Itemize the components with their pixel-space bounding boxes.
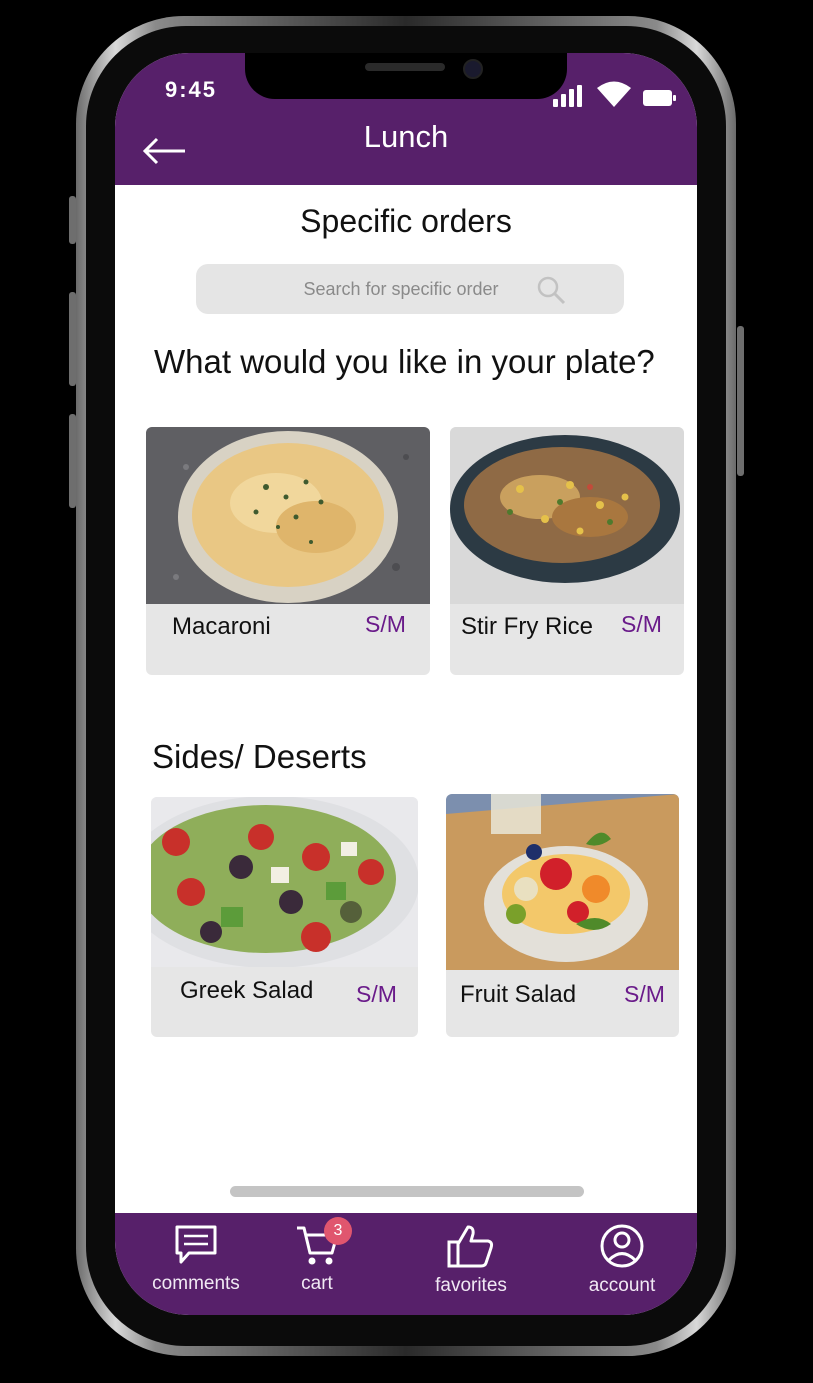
wifi-icon bbox=[597, 81, 631, 107]
menu-card-stir-fry-rice[interactable]: Stir Fry Rice S/M bbox=[450, 427, 684, 675]
size-option[interactable]: S/M bbox=[356, 981, 397, 1008]
user-circle-icon bbox=[600, 1224, 644, 1268]
front-camera bbox=[463, 59, 483, 79]
item-name: Macaroni bbox=[172, 613, 271, 640]
search-input[interactable] bbox=[234, 277, 568, 301]
power-button bbox=[737, 326, 744, 476]
menu-card-macaroni[interactable]: Macaroni S/M bbox=[146, 427, 430, 675]
greek-salad-image bbox=[151, 797, 418, 967]
item-name: Greek Salad bbox=[180, 977, 314, 1004]
status-icons bbox=[553, 81, 677, 107]
battery-icon bbox=[643, 90, 676, 106]
nav-label: cart bbox=[301, 1273, 333, 1294]
plate-question-heading: What would you like in your plate? bbox=[154, 343, 655, 380]
status-time: 9:45 bbox=[165, 77, 218, 102]
nav-label: account bbox=[588, 1275, 656, 1296]
volume-down-button bbox=[69, 414, 76, 508]
stir-fry-rice-image bbox=[450, 427, 684, 604]
speaker-grille bbox=[365, 63, 445, 71]
menu-card-greek-salad[interactable]: Greek Salad S/M bbox=[151, 797, 418, 1037]
item-name: Stir Fry Rice bbox=[461, 613, 593, 640]
nav-label: favorites bbox=[435, 1275, 507, 1296]
item-name: Fruit Salad bbox=[460, 981, 577, 1008]
page-title: Lunch bbox=[363, 119, 449, 154]
comment-icon bbox=[175, 1225, 217, 1264]
thumbs-up-icon bbox=[447, 1225, 494, 1268]
nav-label: comments bbox=[152, 1273, 240, 1294]
scroll-indicator[interactable] bbox=[230, 1186, 584, 1197]
notch bbox=[245, 53, 567, 99]
size-option[interactable]: S/M bbox=[365, 611, 406, 638]
phone-screen: 9:45 Lunch Specific orders Search for sp… bbox=[115, 53, 697, 1315]
size-option[interactable]: S/M bbox=[624, 981, 665, 1008]
volume-up-button bbox=[69, 292, 76, 386]
nav-account[interactable]: account bbox=[567, 1223, 677, 1297]
nav-favorites[interactable]: favorites bbox=[416, 1223, 526, 1297]
specific-orders-title: Specific orders bbox=[300, 203, 512, 239]
search-icon[interactable] bbox=[536, 275, 566, 305]
sides-deserts-heading: Sides/ Deserts bbox=[152, 738, 367, 775]
nav-cart[interactable]: 3 cart bbox=[262, 1217, 372, 1295]
menu-card-fruit-salad[interactable]: Fruit Salad S/M bbox=[446, 794, 679, 1037]
macaroni-image bbox=[146, 427, 430, 604]
size-option[interactable]: S/M bbox=[621, 611, 662, 638]
cart-count-badge: 3 bbox=[324, 1217, 352, 1245]
fruit-salad-image bbox=[446, 794, 679, 970]
search-bar bbox=[196, 264, 624, 314]
silent-switch bbox=[69, 196, 76, 244]
nav-comments[interactable]: comments bbox=[141, 1223, 251, 1295]
bottom-navigation: comments 3 cart favorites account bbox=[115, 1213, 697, 1315]
